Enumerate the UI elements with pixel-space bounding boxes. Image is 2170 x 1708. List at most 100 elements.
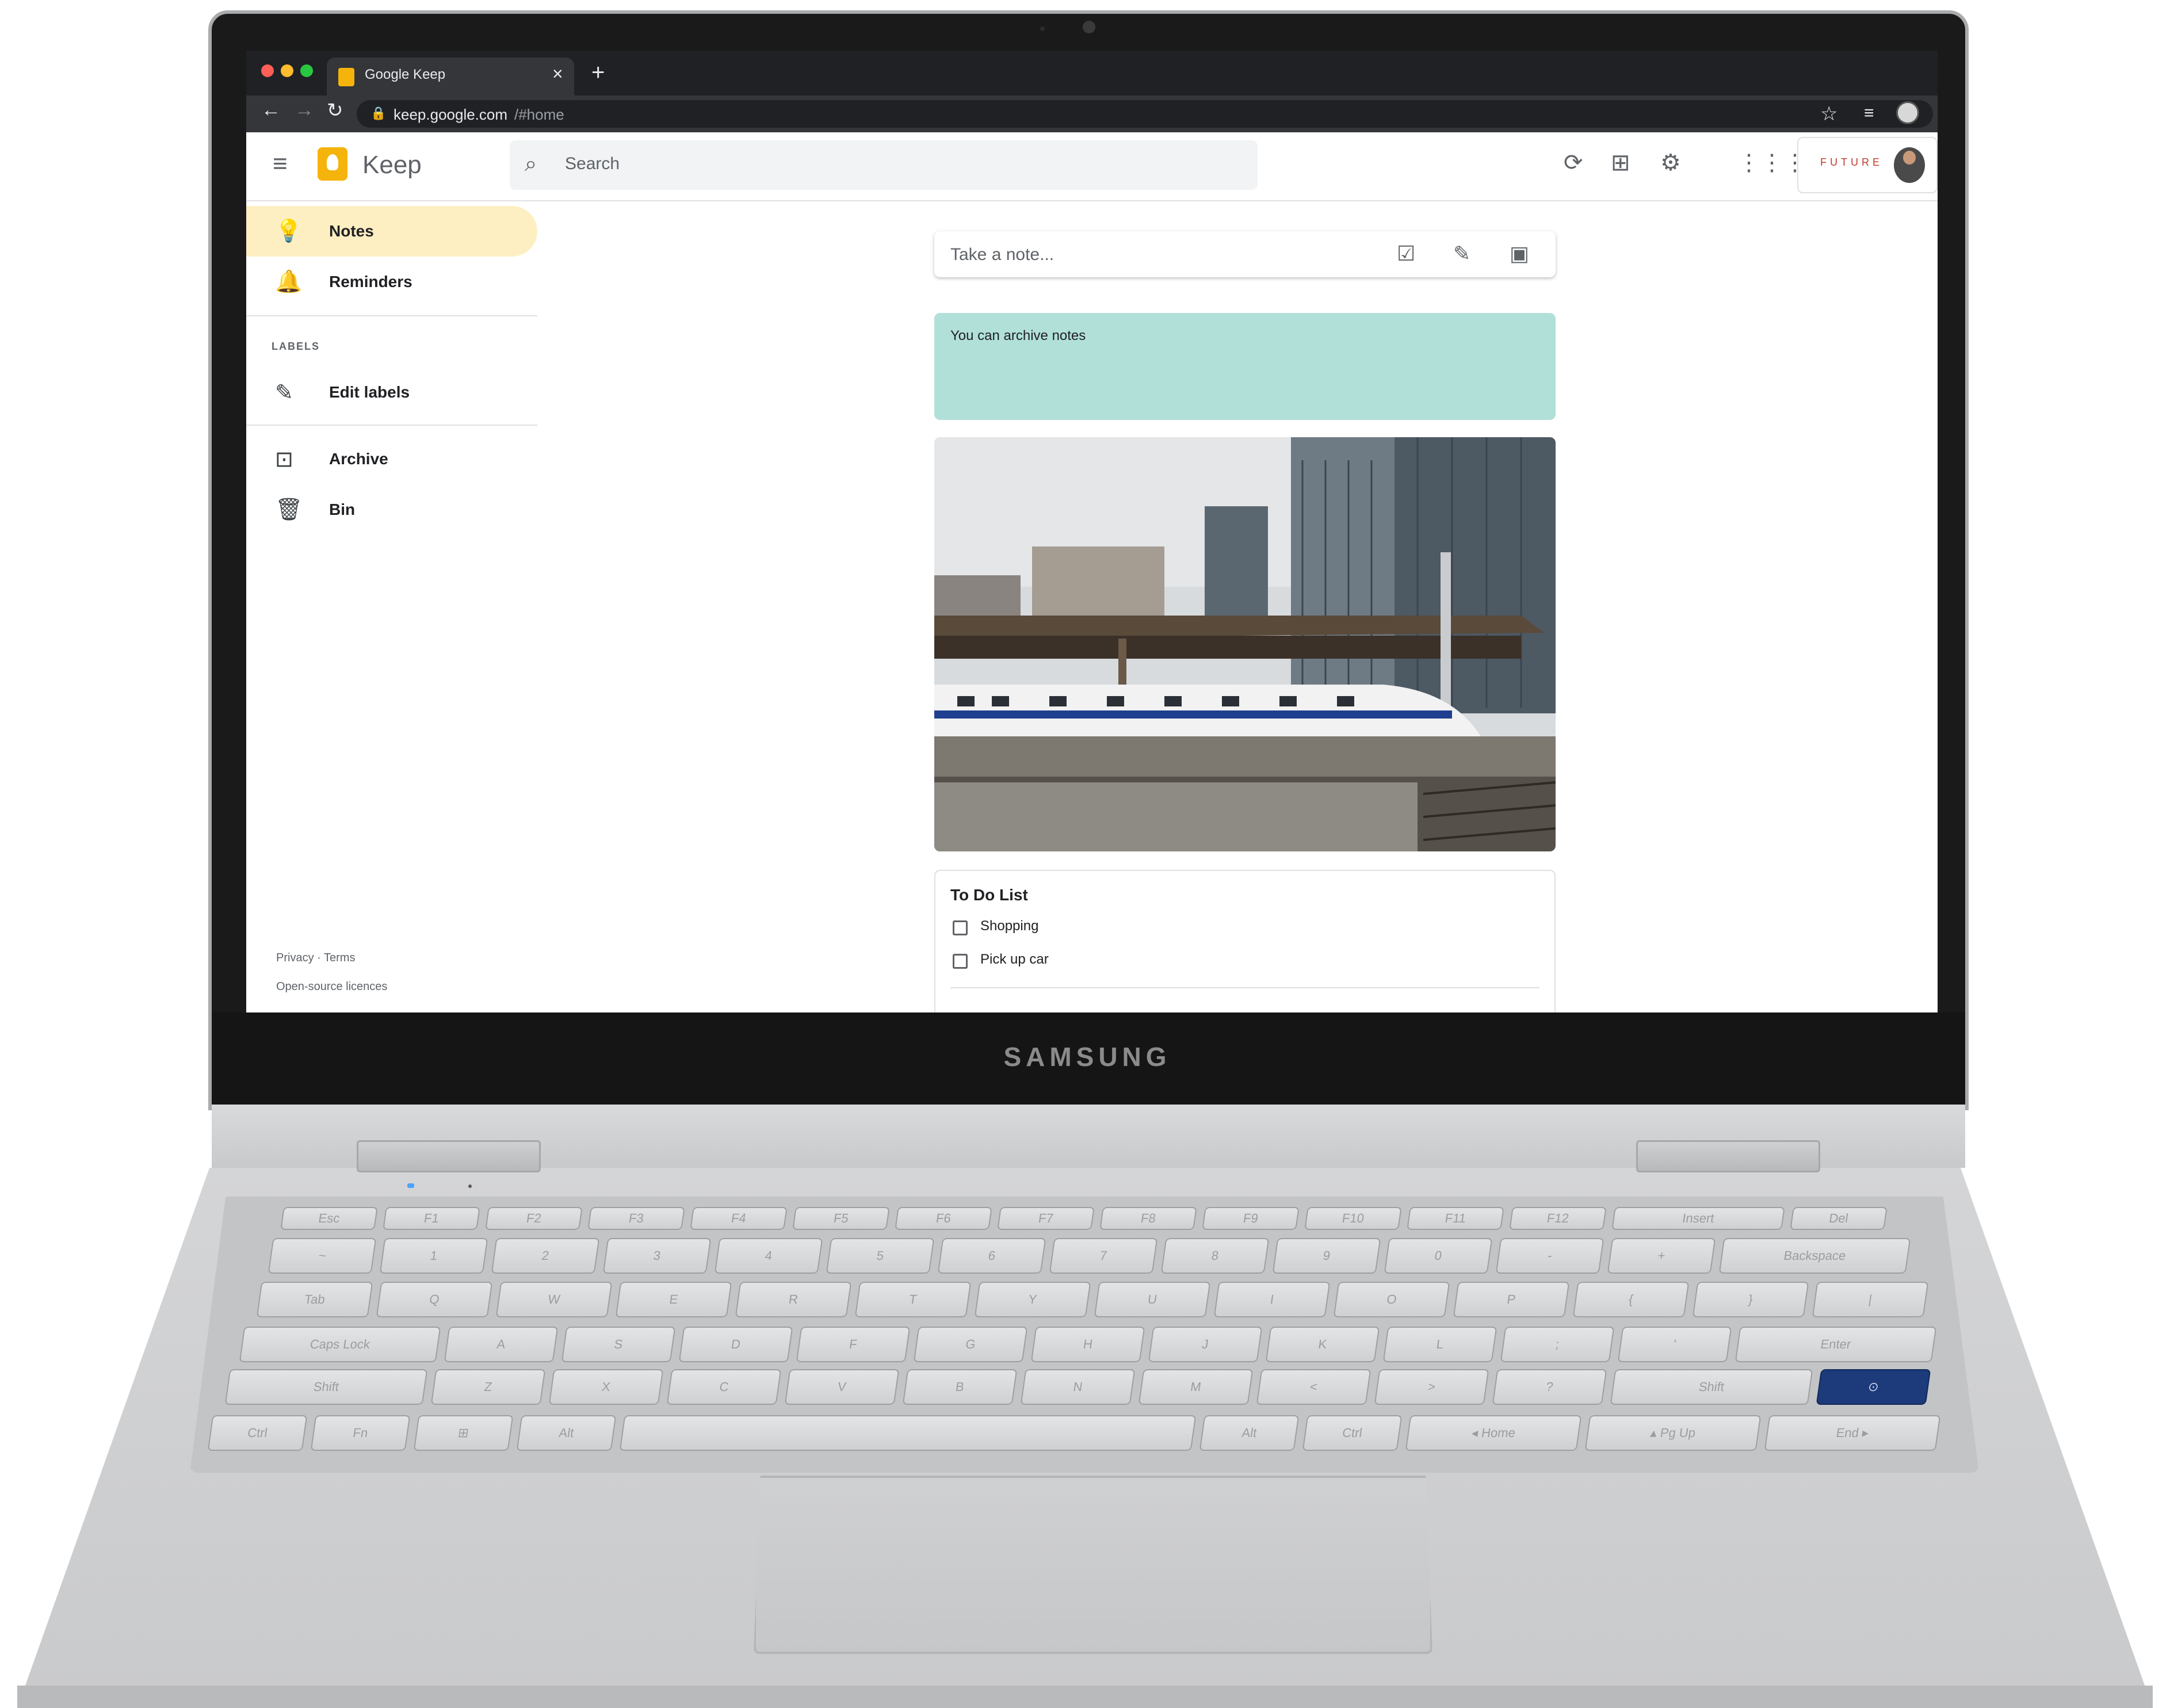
keyboard-key[interactable]: Caps Lock: [239, 1327, 441, 1362]
keyboard-key[interactable]: Del: [1790, 1207, 1888, 1230]
licences-link[interactable]: Open-source licences: [276, 980, 387, 994]
search-input[interactable]: [510, 140, 1258, 190]
keyboard-key[interactable]: F8: [1099, 1207, 1197, 1230]
keyboard-key[interactable]: X: [548, 1369, 664, 1405]
keyboard-key[interactable]: W: [495, 1282, 613, 1317]
keyboard-key[interactable]: B: [902, 1369, 1018, 1405]
back-icon[interactable]: ←: [261, 99, 281, 121]
keyboard-key[interactable]: >: [1374, 1369, 1489, 1405]
keyboard-key[interactable]: ~: [268, 1238, 377, 1274]
keyboard-key[interactable]: -: [1495, 1238, 1604, 1274]
keyboard-key[interactable]: F5: [792, 1207, 890, 1230]
sidebar-item-bin[interactable]: 🗑 Bin: [246, 484, 537, 535]
privacy-link[interactable]: Privacy: [276, 952, 314, 964]
new-drawing-icon[interactable]: ✎: [1453, 242, 1470, 266]
sidebar-item-reminders[interactable]: 🔔 Reminders: [246, 257, 537, 307]
app-title[interactable]: Keep: [362, 151, 422, 179]
keyboard-key[interactable]: }: [1692, 1282, 1809, 1317]
forward-icon[interactable]: →: [295, 99, 314, 121]
new-image-icon[interactable]: ▣: [1510, 242, 1529, 266]
keyboard-key[interactable]: U: [1094, 1282, 1211, 1317]
sidebar-item-edit-labels[interactable]: ✎ Edit labels: [246, 367, 537, 418]
refresh-icon[interactable]: ⟳: [1564, 150, 1583, 176]
keyboard-key[interactable]: 2: [491, 1238, 600, 1274]
keyboard-key[interactable]: M: [1138, 1369, 1254, 1405]
keyboard-key[interactable]: F1: [383, 1207, 480, 1230]
keyboard-key[interactable]: 5: [826, 1238, 935, 1274]
terms-link[interactable]: Terms: [324, 952, 355, 964]
browser-tab[interactable]: [327, 58, 574, 95]
keyboard-key[interactable]: C: [666, 1369, 782, 1405]
main-menu-icon[interactable]: ≡: [273, 150, 288, 178]
sidebar-item-notes[interactable]: 💡 Notes: [246, 206, 537, 257]
keyboard-key[interactable]: S: [561, 1327, 676, 1362]
keyboard-key[interactable]: F: [796, 1327, 911, 1362]
keyboard-key[interactable]: 7: [1049, 1238, 1158, 1274]
keyboard-key[interactable]: ⊞: [413, 1415, 514, 1451]
keyboard-key[interactable]: N: [1020, 1369, 1136, 1405]
settings-icon[interactable]: ⚙: [1660, 150, 1681, 176]
keyboard-key[interactable]: 0: [1384, 1238, 1493, 1274]
lock-icon[interactable]: 🔒: [370, 106, 386, 121]
keyboard-key[interactable]: L: [1382, 1327, 1497, 1362]
new-list-icon[interactable]: ☑: [1397, 242, 1415, 266]
keyboard-key[interactable]: T: [854, 1282, 972, 1317]
reload-icon[interactable]: ↻: [327, 99, 343, 122]
keyboard-key[interactable]: +: [1607, 1238, 1716, 1274]
grid-view-icon[interactable]: ⊞: [1611, 150, 1630, 176]
new-tab-button[interactable]: +: [591, 60, 605, 86]
keyboard-key[interactable]: F3: [587, 1207, 685, 1230]
keyboard-key[interactable]: Alt: [1199, 1415, 1300, 1451]
keyboard-key[interactable]: ⊙: [1816, 1369, 1931, 1405]
window-minimize-dot[interactable]: [281, 64, 293, 77]
sidebar-item-archive[interactable]: ⊡ Archive: [246, 434, 537, 484]
keyboard-key[interactable]: [619, 1415, 1197, 1451]
keyboard-key[interactable]: K: [1265, 1327, 1380, 1362]
keyboard-key[interactable]: F4: [690, 1207, 788, 1230]
keyboard-key[interactable]: I: [1213, 1282, 1331, 1317]
keyboard-key[interactable]: Shift: [1610, 1369, 1813, 1405]
keyboard-key[interactable]: Tab: [256, 1282, 373, 1317]
keyboard-key[interactable]: F7: [997, 1207, 1095, 1230]
keyboard-key[interactable]: 4: [714, 1238, 823, 1274]
keyboard-key[interactable]: 6: [937, 1238, 1046, 1274]
keyboard-key[interactable]: F2: [485, 1207, 583, 1230]
keyboard-key[interactable]: F6: [895, 1207, 992, 1230]
keyboard-key[interactable]: Fn: [310, 1415, 411, 1451]
keyboard-key[interactable]: Backspace: [1718, 1238, 1911, 1274]
keyboard-key[interactable]: Q: [376, 1282, 493, 1317]
keyboard-key[interactable]: F12: [1509, 1207, 1607, 1230]
keyboard-key[interactable]: F11: [1407, 1207, 1504, 1230]
checkbox[interactable]: [953, 954, 968, 969]
keyboard-key[interactable]: <: [1256, 1369, 1371, 1405]
keyboard-key[interactable]: Ctrl: [207, 1415, 308, 1451]
tab-close-icon[interactable]: ×: [552, 63, 563, 85]
keyboard-key[interactable]: ;: [1500, 1327, 1615, 1362]
reading-list-icon[interactable]: ≡: [1864, 104, 1874, 123]
keyboard-key[interactable]: End ▸: [1764, 1415, 1941, 1451]
window-close-dot[interactable]: [261, 64, 274, 77]
keyboard-key[interactable]: 1: [379, 1238, 488, 1274]
keyboard-key[interactable]: Enter: [1735, 1327, 1937, 1362]
keyboard-key[interactable]: E: [615, 1282, 732, 1317]
note-image-card[interactable]: [934, 437, 1556, 851]
keyboard-key[interactable]: 9: [1272, 1238, 1381, 1274]
keyboard-key[interactable]: H: [1030, 1327, 1145, 1362]
keyboard-key[interactable]: P: [1453, 1282, 1570, 1317]
keyboard-key[interactable]: Esc: [280, 1207, 378, 1230]
keyboard-key[interactable]: R: [735, 1282, 852, 1317]
keyboard-key[interactable]: ◂ Home: [1405, 1415, 1582, 1451]
keyboard-key[interactable]: O: [1333, 1282, 1450, 1317]
keyboard-key[interactable]: D: [678, 1327, 793, 1362]
keyboard-key[interactable]: J: [1148, 1327, 1263, 1362]
keyboard-key[interactable]: Shift: [224, 1369, 428, 1405]
keyboard-key[interactable]: A: [444, 1327, 559, 1362]
keyboard-key[interactable]: ?: [1492, 1369, 1607, 1405]
keyboard-key[interactable]: V: [784, 1369, 900, 1405]
keyboard-key[interactable]: 8: [1160, 1238, 1270, 1274]
apps-icon[interactable]: ⋮⋮⋮: [1737, 150, 1806, 176]
search-icon[interactable]: ⌕: [525, 152, 537, 177]
checkbox[interactable]: [953, 920, 968, 935]
keyboard-key[interactable]: G: [913, 1327, 1028, 1362]
address-bar[interactable]: [357, 100, 1933, 128]
